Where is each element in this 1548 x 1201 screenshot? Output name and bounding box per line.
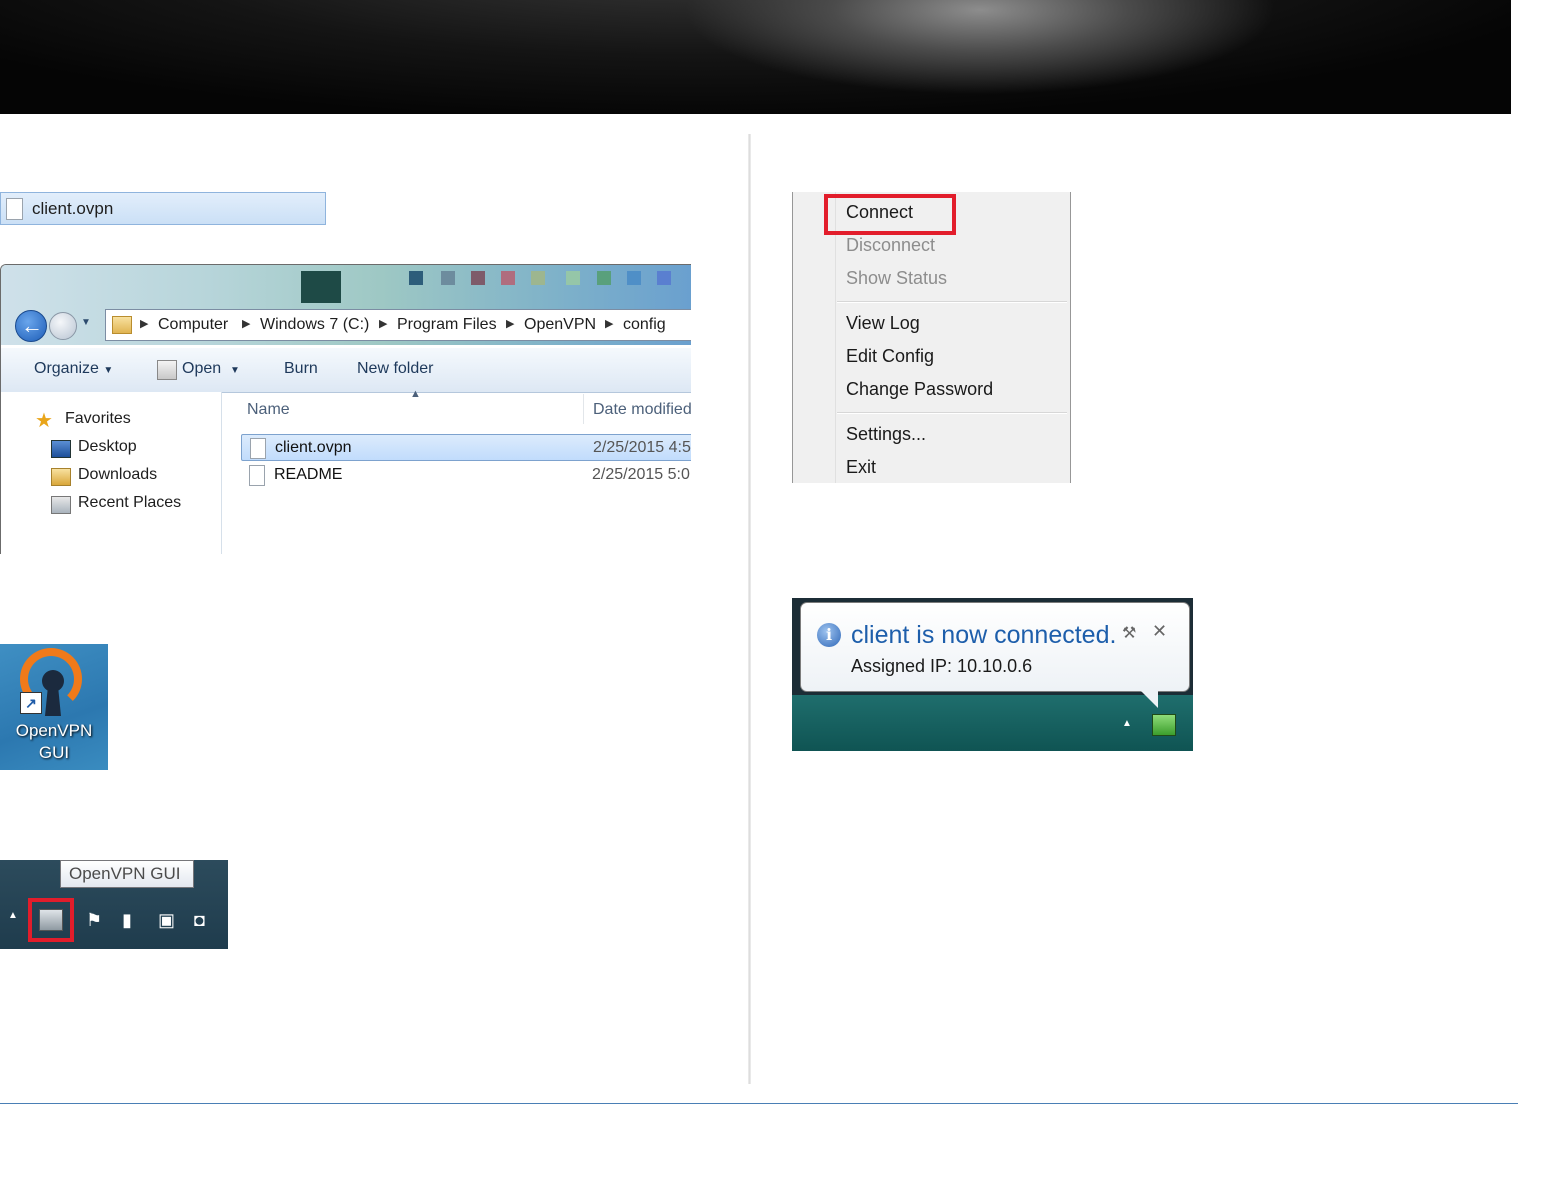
menu-item-disconnect: Disconnect	[846, 235, 936, 255]
network-icon[interactable]: ▣	[158, 910, 178, 930]
footer-rule	[0, 1103, 1518, 1104]
menu-item-edit-config[interactable]: Edit Config	[846, 346, 934, 367]
desktop-icon-label-line1: OpenVPN	[15, 721, 93, 740]
balloon-tail	[1140, 690, 1158, 708]
back-arrow-icon: ←	[21, 313, 43, 338]
nav-favorites[interactable]: Favorites	[65, 410, 131, 428]
taskbar	[792, 695, 1193, 751]
menu-item-show-status: Show Status	[846, 268, 948, 288]
openvpn-connected-tray-icon[interactable]	[1152, 714, 1176, 736]
file-list: Name ▲ Date modified client.ovpn 2/25/20…	[222, 388, 691, 554]
notification-balloon[interactable]: i client is now connected. Assigned IP: …	[800, 602, 1190, 692]
folder-icon	[112, 316, 132, 334]
file-row[interactable]: README 2/25/2015 5:01	[241, 462, 691, 489]
navigation-pane: ★ Favorites Desktop Downloads Recent Pla…	[1, 392, 222, 554]
system-tray: OpenVPN GUI ▲ ⚑ ▮ ▣ ◘	[0, 860, 228, 949]
connection-notification: i client is now connected. Assigned IP: …	[792, 598, 1193, 751]
notification-body: Assigned IP: 10.10.0.6	[851, 656, 1033, 676]
breadcrumb-drive[interactable]: Windows 7 (C:)	[260, 316, 369, 334]
new-folder-button[interactable]: New folder	[357, 360, 433, 378]
back-button[interactable]: ←	[15, 310, 47, 342]
desktop-icon	[51, 440, 71, 458]
open-label: Open	[182, 360, 222, 377]
column-header-name[interactable]: Name	[247, 401, 290, 419]
menu-item-change-password[interactable]: Change Password	[846, 379, 993, 400]
breadcrumb-program-files[interactable]: Program Files	[397, 316, 497, 334]
openvpn-gui-desktop-icon[interactable]: ↗ OpenVPN GUI	[0, 644, 108, 770]
chevron-right-icon: ▶	[140, 318, 149, 330]
menu-item-exit[interactable]: Exit	[846, 457, 876, 478]
tray-icon-highlight	[28, 898, 74, 942]
chevron-down-icon: ▼	[103, 365, 114, 376]
sort-up-icon: ▲	[410, 388, 421, 400]
close-icon[interactable]: ✕	[1152, 621, 1167, 642]
column-separator	[583, 394, 584, 424]
file-row-date: 2/25/2015 5:01	[592, 466, 691, 483]
chevron-right-icon: ▶	[379, 318, 388, 330]
address-bar[interactable]: ▶ Computer ▶ Windows 7 (C:) ▶ Program Fi…	[105, 309, 691, 341]
file-icon	[249, 465, 265, 486]
nav-downloads[interactable]: Downloads	[78, 466, 157, 484]
openvpn-context-menu: Connect Disconnect Show Status View Log …	[792, 192, 1071, 483]
forward-button[interactable]	[49, 312, 77, 340]
menu-separator	[837, 412, 1067, 414]
file-icon	[250, 438, 266, 459]
selected-file-strip[interactable]: client.ovpn	[0, 192, 326, 225]
file-name: client.ovpn	[32, 199, 114, 218]
file-row-date: 2/25/2015 4:54	[593, 439, 691, 456]
info-icon: i	[817, 623, 841, 647]
file-row-name: client.ovpn	[275, 439, 352, 456]
menu-item-settings[interactable]: Settings...	[846, 424, 926, 445]
breadcrumb-computer[interactable]: Computer	[158, 316, 228, 334]
nav-desktop[interactable]: Desktop	[78, 438, 137, 456]
file-row-name: README	[274, 466, 343, 483]
notification-title: client is now connected.	[851, 621, 1117, 649]
downloads-folder-icon	[51, 468, 71, 486]
column-header-date[interactable]: Date modified	[593, 401, 691, 419]
tray-tooltip: OpenVPN GUI	[60, 860, 194, 888]
show-hidden-icons-arrow[interactable]: ▲	[1122, 718, 1132, 729]
breadcrumb-config[interactable]: config	[623, 316, 666, 334]
chevron-down-icon: ▼	[230, 365, 240, 376]
wrench-icon[interactable]: ⚒	[1122, 623, 1136, 643]
open-icon	[157, 360, 177, 380]
burn-button[interactable]: Burn	[284, 360, 318, 378]
show-hidden-icons-arrow[interactable]: ▲	[8, 910, 18, 921]
star-icon: ★	[35, 410, 53, 432]
organize-label: Organize	[34, 360, 99, 377]
connect-highlight	[824, 194, 956, 235]
desktop-icon-label-line2: GUI	[38, 743, 70, 762]
power-plug-icon[interactable]: ▮	[122, 910, 142, 930]
menu-separator	[837, 301, 1067, 303]
file-icon	[6, 198, 23, 220]
desktop-icon-label: OpenVPN GUI	[0, 720, 108, 764]
header-banner	[0, 0, 1511, 114]
menu-icon-gutter	[793, 192, 836, 483]
command-bar: Organize ▼ Open ▼ Burn New folder	[1, 347, 691, 393]
explorer-window: ← ▼ ▶ Computer ▶ Windows 7 (C:) ▶ Progra…	[0, 264, 691, 554]
volume-muted-icon[interactable]: ◘	[194, 910, 214, 930]
recent-places-icon	[51, 496, 71, 514]
recent-pages-dropdown[interactable]: ▼	[81, 317, 91, 328]
chevron-right-icon: ▶	[605, 318, 614, 330]
action-center-flag-icon[interactable]: ⚑	[86, 910, 106, 930]
chevron-right-icon: ▶	[506, 318, 515, 330]
nav-recent-places[interactable]: Recent Places	[78, 494, 181, 512]
shortcut-arrow-icon: ↗	[20, 692, 42, 714]
chevron-right-icon: ▶	[242, 318, 251, 330]
organize-button[interactable]: Organize ▼	[34, 360, 113, 378]
navigation-bar: ← ▼ ▶ Computer ▶ Windows 7 (C:) ▶ Progra…	[9, 307, 691, 343]
menu-item-view-log[interactable]: View Log	[846, 313, 920, 334]
open-button[interactable]: Open ▼	[182, 360, 240, 378]
column-divider	[748, 134, 751, 1084]
file-row[interactable]: client.ovpn 2/25/2015 4:54	[241, 434, 691, 461]
breadcrumb-openvpn[interactable]: OpenVPN	[524, 316, 596, 334]
